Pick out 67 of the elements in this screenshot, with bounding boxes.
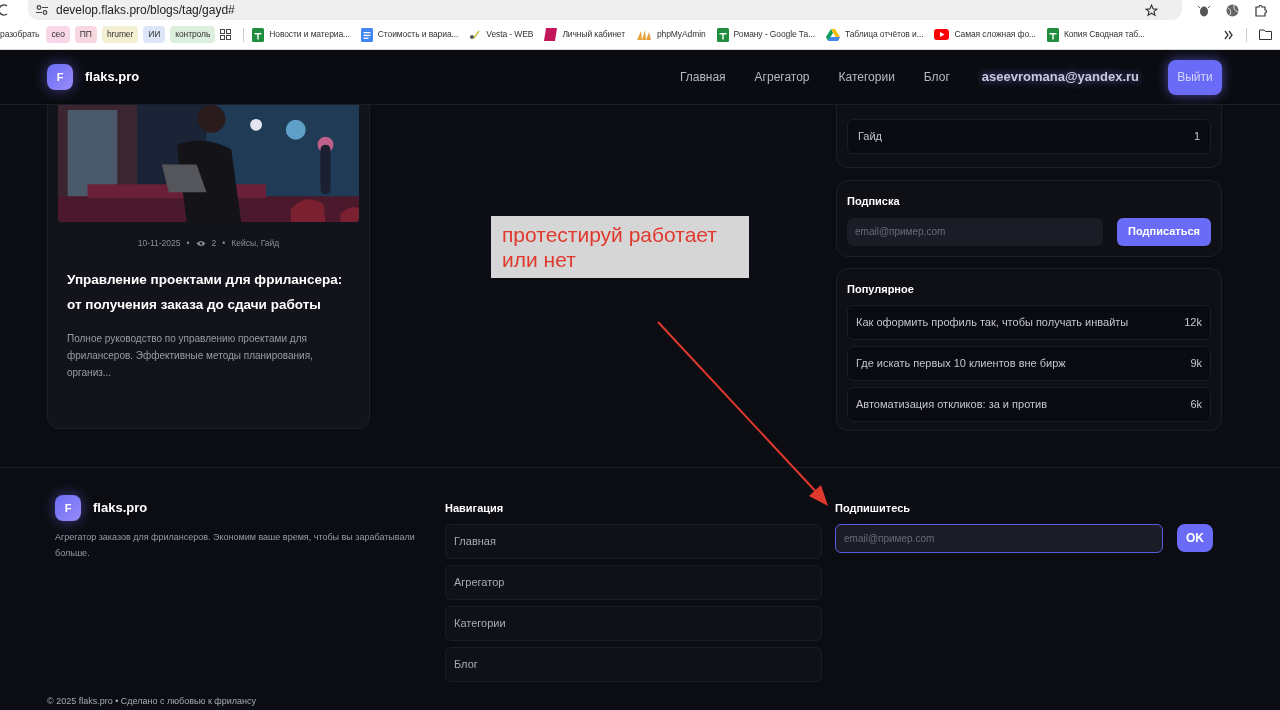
site-settings-icon[interactable]: [36, 5, 48, 15]
footer-description: Агрегатор заказов для фрилансеров. Экономим ваше время, чтобы вы зарабатывали больше.: [55, 531, 416, 560]
url-field[interactable]: develop.flaks.pro/blogs/tag/gayd#: [56, 1, 235, 19]
bookmark-link[interactable]: Личный кабинет: [562, 28, 625, 41]
brand-name[interactable]: flaks.pro: [85, 67, 140, 87]
subscribe-button[interactable]: Подписаться: [1117, 217, 1211, 246]
reload-icon[interactable]: [0, 4, 8, 16]
eye-icon: [195, 239, 206, 247]
post-excerpt: Полное руководство по управлению проектами для фрилансеров. Эффективные методы планирования, организ...: [66, 331, 314, 380]
bookmark-folder[interactable]: ИИ: [143, 26, 166, 43]
popular-item[interactable]: Где искать первых 10 клиентов вне бирж 9k: [847, 345, 1211, 381]
brand-name[interactable]: flaks.pro: [93, 498, 148, 518]
post-tags[interactable]: Кейсы, Гайд: [231, 237, 280, 250]
globe-icon[interactable]: [1226, 3, 1239, 17]
category-item[interactable]: Гайд 1: [847, 119, 1211, 154]
bookmark-link[interactable]: Роману - Google Та...: [733, 28, 815, 41]
puzzle-icon[interactable]: [1255, 3, 1268, 17]
spreadsheet-icon: [252, 27, 265, 42]
bookmark-link[interactable]: phpMyAdmin: [656, 28, 706, 41]
footer-link[interactable]: Главная: [445, 523, 822, 559]
email-field[interactable]: email@пример.com: [835, 523, 1163, 553]
post-title[interactable]: Управление проектами для фрилансера: от получения заказа до сдачи работы: [58, 266, 359, 317]
email-field[interactable]: email@пример.com: [847, 217, 1103, 246]
play-icon: [934, 29, 950, 40]
chevrons-icon[interactable]: [1224, 29, 1234, 40]
post-date: 10-11-2025: [137, 237, 181, 250]
bookmark-link[interactable]: Стоимость и вариа...: [377, 28, 459, 41]
spreadsheet-icon: [716, 27, 729, 42]
triangle-icon: [825, 28, 840, 41]
spreadsheet-icon: [1046, 27, 1059, 42]
card-heading: Подписка: [847, 194, 901, 209]
document-icon: [360, 27, 373, 42]
popular-item[interactable]: Автоматизация откликов: за и против 6k: [847, 386, 1211, 422]
nav-link[interactable]: Агрегатор: [754, 68, 810, 86]
post-card[interactable]: [47, 105, 370, 429]
bookmark-folder[interactable]: ПП: [74, 26, 97, 43]
popular-item[interactable]: Как оформить профиль так, чтобы получать инвайты 12k: [847, 304, 1211, 340]
folder-icon[interactable]: [1259, 29, 1272, 40]
nav-link[interactable]: Категории: [838, 68, 895, 86]
bookmark-folder[interactable]: разобрать: [0, 28, 42, 41]
bookmark-folder[interactable]: контроль: [170, 26, 216, 43]
bookmark-link[interactable]: Таблица отчётов и...: [844, 28, 924, 41]
tile-icon: [544, 28, 558, 41]
star-icon[interactable]: [1145, 3, 1158, 17]
apps-grid-icon[interactable]: [220, 29, 232, 40]
separator-dot: •: [222, 237, 226, 250]
nav-link[interactable]: Главная: [679, 68, 726, 86]
annotation-note: протестируй работает или нет: [491, 216, 749, 278]
nav-link[interactable]: Блог: [923, 68, 950, 86]
ok-button[interactable]: OK: [1177, 524, 1213, 552]
bookmark-link[interactable]: Самая сложная фо...: [954, 28, 1036, 41]
bookmark-link[interactable]: Vesta - WEB: [486, 28, 534, 41]
footer-link[interactable]: Блог: [445, 646, 822, 682]
user-email[interactable]: aseevromana@yandex.ru: [981, 67, 1139, 87]
bookmark-link[interactable]: Копия Сводная таб...: [1063, 28, 1145, 41]
column-heading: Навигация: [445, 501, 505, 516]
card-heading: Популярное: [847, 282, 915, 297]
copyright: © 2025 flaks.pro • Сделано с любовью к фрилансу: [47, 695, 256, 708]
view-count: 2: [211, 237, 217, 250]
column-heading: Подпишитесь: [835, 501, 912, 516]
footer-link[interactable]: Категории: [445, 605, 822, 641]
separator-dot: •: [186, 237, 190, 250]
footer-link[interactable]: Агрегатор: [445, 564, 822, 600]
bookmark-folder[interactable]: hrumer: [101, 26, 139, 43]
bookmark-folder[interactable]: сео: [46, 26, 70, 43]
bug-icon[interactable]: [1198, 3, 1210, 17]
bookmark-link[interactable]: Новости и материа...: [269, 28, 350, 41]
